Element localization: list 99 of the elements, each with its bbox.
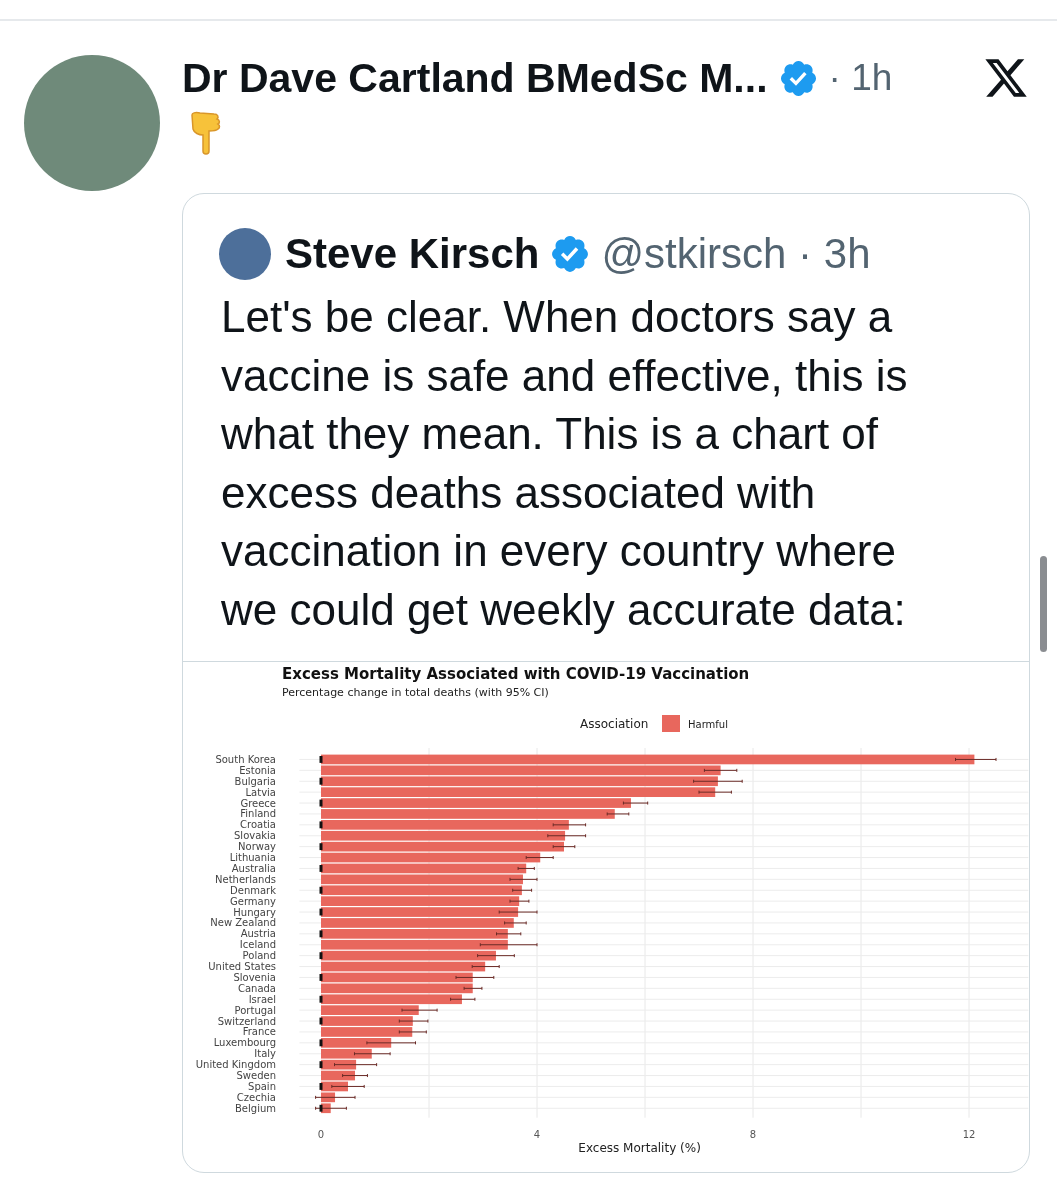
scrollbar[interactable] (1040, 556, 1047, 652)
chart-subtitle: Percentage change in total deaths (with 95% CI) (282, 686, 549, 699)
legend-title: Association (580, 717, 649, 731)
country-label: Estonia (239, 764, 276, 776)
axis-title: Excess Mortality (%) (578, 1140, 701, 1155)
zero-marker (319, 974, 323, 981)
error-bar (479, 942, 538, 947)
axis-tick-label: 0 (317, 1128, 325, 1140)
country-label: Canada (237, 982, 276, 994)
author-name[interactable]: Dr Dave Cartland BMedSc M... (182, 54, 768, 102)
error-bar (398, 1029, 427, 1034)
country-label: Lithuania (229, 852, 276, 864)
error-bar (342, 1073, 368, 1078)
error-bar (315, 1095, 356, 1100)
error-bar (552, 844, 576, 849)
error-bar (547, 833, 587, 838)
error-bar (366, 1040, 416, 1045)
zero-marker (319, 1061, 323, 1069)
zero-marker (319, 952, 323, 960)
country-label: Spain (248, 1080, 276, 1092)
zero-marker (319, 930, 323, 938)
zero-marker (319, 821, 323, 829)
country-label: Luxembourg (213, 1037, 276, 1049)
zero-marker (319, 1083, 323, 1090)
zero-marker (319, 1104, 323, 1112)
country-label: Netherlands (215, 873, 276, 885)
country-label: Hungary (233, 906, 276, 918)
avatar-photo-placeholder[interactable] (219, 228, 271, 280)
post-time: · 1h (828, 57, 893, 99)
error-bar (334, 1062, 378, 1067)
error-bar (401, 1008, 438, 1013)
country-label: Portugal (234, 1004, 276, 1016)
country-label: Iceland (239, 939, 276, 951)
country-label: Poland (242, 950, 276, 962)
author-handle-and-time: @stkirsch · 3h (601, 230, 871, 278)
country-label: Latvia (245, 786, 276, 798)
error-bar (955, 757, 997, 762)
error-bar (354, 1051, 391, 1056)
country-label: Greece (240, 797, 276, 809)
error-bar (463, 986, 483, 991)
country-label: France (242, 1026, 276, 1038)
error-bar (398, 1019, 429, 1024)
zero-marker (319, 995, 323, 1003)
error-bar (477, 953, 515, 958)
error-bar (509, 899, 530, 904)
country-label: Slovenia (233, 971, 276, 983)
error-bar (517, 866, 535, 871)
zero-marker (319, 777, 323, 785)
axis-tick-label: 4 (533, 1128, 541, 1140)
country-label: Bulgaria (234, 775, 276, 787)
error-bar (693, 779, 743, 784)
error-bar (471, 964, 500, 969)
zero-marker (319, 799, 323, 807)
error-bar (606, 811, 630, 816)
error-bar (552, 822, 587, 827)
country-label: Germany (230, 895, 276, 907)
error-bar (496, 931, 522, 936)
error-bar (512, 888, 533, 893)
error-bar (698, 790, 732, 795)
post-text: Let's be clear. When doctors say a vaccine is safe and effective, this is what they mean. This is a chart of excess deaths associated with vaccination in every country where we could get weekly accurate data: (221, 291, 909, 636)
country-label: United Kingdom (195, 1059, 276, 1071)
country-label: Switzerland (217, 1015, 276, 1027)
zero-marker (319, 1039, 323, 1047)
country-label: New Zealand (210, 917, 276, 929)
zero-marker (319, 865, 323, 872)
country-label: Belgium (235, 1102, 276, 1114)
axis-tick-label: 8 (749, 1128, 757, 1140)
zero-marker (319, 843, 323, 851)
error-bar (450, 997, 476, 1002)
country-label: Czechia (236, 1091, 276, 1103)
error-bar (509, 877, 538, 882)
author-name[interactable]: Steve Kirsch (285, 230, 540, 278)
country-label: Sweden (236, 1070, 276, 1082)
zero-marker (319, 756, 323, 763)
country-label: Denmark (230, 884, 276, 896)
error-bar (315, 1106, 347, 1111)
country-label: Finland (240, 808, 276, 820)
chart-title: Excess Mortality Associated with COVID-19 Vaccination (282, 665, 750, 683)
axis-tick-label: 12 (962, 1128, 976, 1140)
error-bar (504, 920, 527, 925)
country-label: Croatia (240, 819, 276, 831)
error-bar (622, 801, 649, 806)
error-bar (525, 855, 554, 860)
error-bar (703, 768, 738, 773)
error-bar (455, 975, 495, 980)
error-bar (498, 910, 538, 915)
country-label: South Korea (215, 753, 276, 765)
country-label: Slovakia (234, 830, 276, 842)
zero-marker (319, 908, 323, 916)
country-label: Austria (240, 928, 276, 940)
country-label: Italy (254, 1048, 276, 1060)
legend-label: Harmful (688, 719, 728, 730)
error-bar (331, 1084, 365, 1089)
zero-marker (319, 886, 323, 894)
country-label: Australia (231, 862, 276, 874)
country-label: United States (208, 961, 276, 973)
country-label: Norway (238, 841, 276, 853)
zero-marker (319, 1017, 323, 1025)
country-label: Israel (248, 993, 276, 1005)
